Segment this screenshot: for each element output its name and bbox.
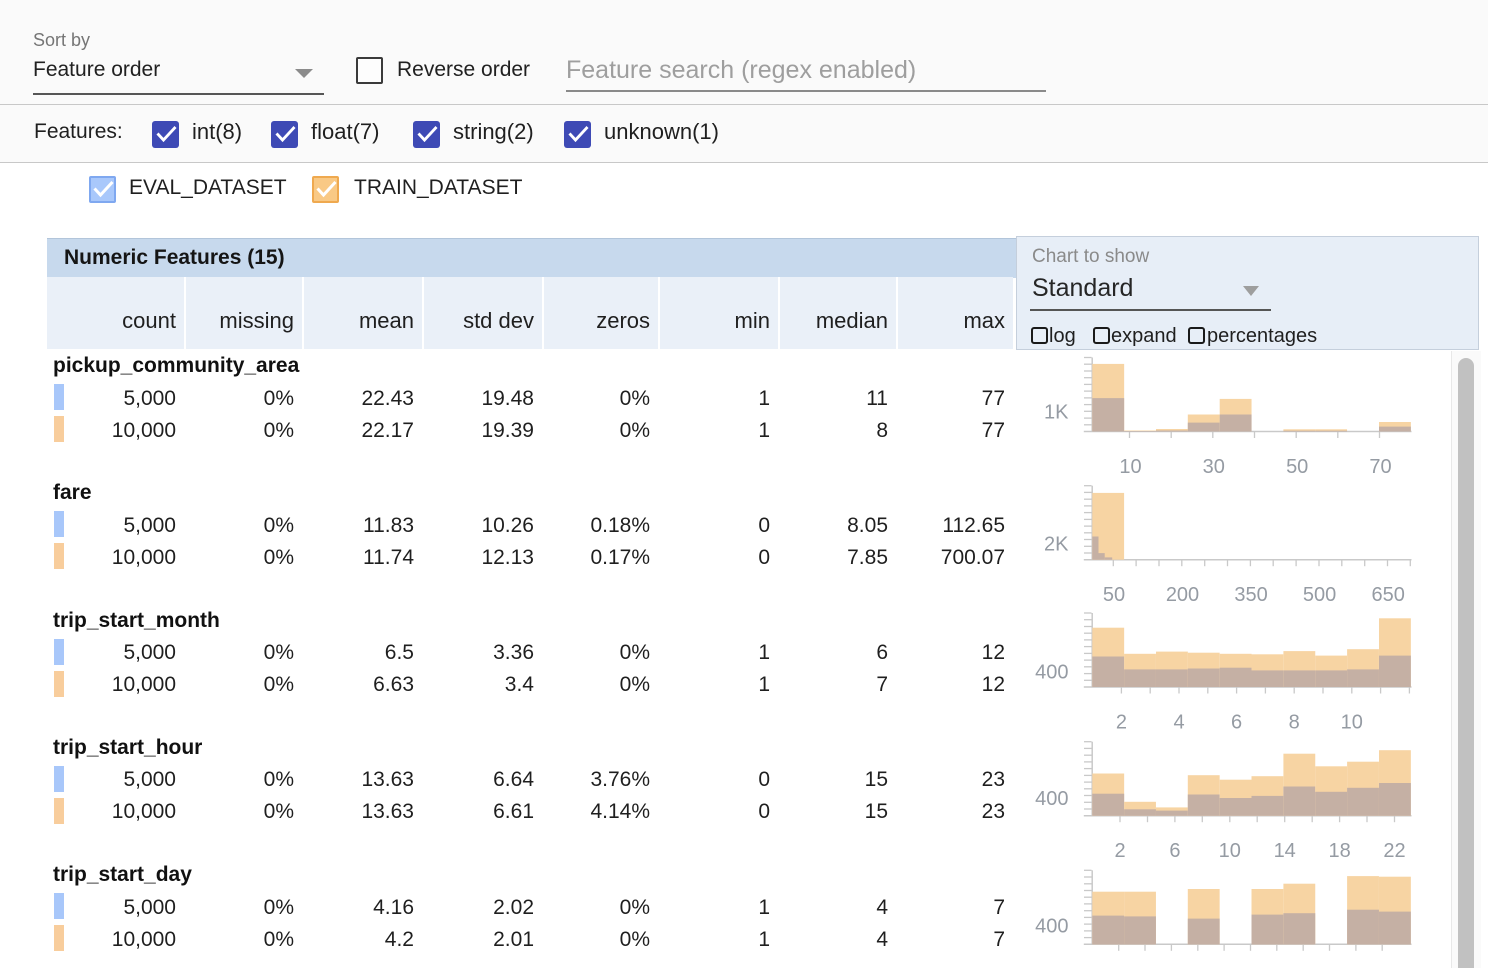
svg-text:2: 2 <box>1116 712 1127 734</box>
svg-text:6: 6 <box>1231 712 1242 734</box>
svg-text:10: 10 <box>1219 840 1241 862</box>
svg-text:10: 10 <box>1341 712 1363 734</box>
svg-text:400: 400 <box>1035 788 1068 810</box>
svg-text:18: 18 <box>1328 840 1350 862</box>
svg-text:400: 400 <box>1035 662 1068 684</box>
svg-text:1K: 1K <box>1044 402 1069 424</box>
svg-text:200: 200 <box>1166 584 1199 606</box>
svg-text:2: 2 <box>1114 840 1125 862</box>
svg-text:22: 22 <box>1383 840 1405 862</box>
svg-text:14: 14 <box>1274 840 1296 862</box>
svg-text:350: 350 <box>1234 584 1267 606</box>
svg-text:650: 650 <box>1372 584 1405 606</box>
svg-text:400: 400 <box>1035 915 1068 937</box>
svg-text:4: 4 <box>1173 712 1184 734</box>
svg-text:8: 8 <box>1289 712 1300 734</box>
svg-text:50: 50 <box>1103 584 1125 606</box>
svg-text:50: 50 <box>1286 456 1308 478</box>
svg-text:70: 70 <box>1369 456 1391 478</box>
svg-text:10: 10 <box>1119 456 1141 478</box>
svg-text:500: 500 <box>1303 584 1336 606</box>
svg-text:2K: 2K <box>1044 534 1069 556</box>
svg-text:6: 6 <box>1169 840 1180 862</box>
svg-text:30: 30 <box>1203 456 1225 478</box>
